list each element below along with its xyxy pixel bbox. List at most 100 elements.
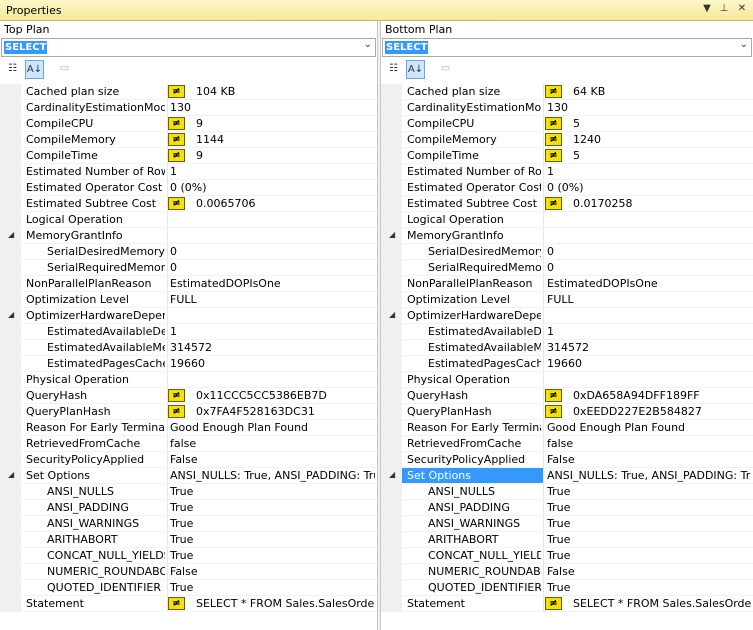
chevron-down-icon: ⌄ — [739, 39, 748, 50]
property-row[interactable]: EstimatedPagesCached 19660 — [0, 356, 377, 372]
property-row[interactable]: SecurityPolicyApplied False — [0, 452, 377, 468]
property-name: NonParallelPlanReason — [407, 277, 533, 290]
property-name: Cached plan size — [26, 85, 120, 98]
object-selector-combo[interactable]: SELECT ⌄ — [382, 38, 752, 57]
alphabetical-sort-icon[interactable]: A↓ — [25, 60, 44, 79]
property-row[interactable]: CardinalityEstimationModelVe 130 — [0, 100, 377, 116]
property-row[interactable]: Logical Operation — [381, 212, 753, 228]
property-row[interactable]: EstimatedAvailableDegre 1 — [0, 324, 377, 340]
chevron-down-icon: ⌄ — [363, 39, 372, 50]
property-row[interactable]: ANSI_WARNINGS True — [381, 516, 753, 532]
property-row[interactable]: Optimization Level FULL — [0, 292, 377, 308]
pin-icon[interactable]: ⊥ — [717, 3, 731, 14]
property-row[interactable]: NUMERIC_ROUNDABO False — [0, 564, 377, 580]
property-row[interactable]: ◢ OptimizerHardwareDependen — [0, 308, 377, 324]
property-row[interactable]: NonParallelPlanReason EstimatedDOPIsOne — [381, 276, 753, 292]
property-row[interactable]: CONCAT_NULL_YIELDS True — [0, 548, 377, 564]
property-row[interactable]: QUOTED_IDENTIFIER True — [0, 580, 377, 596]
property-row[interactable]: NonParallelPlanReason EstimatedDOPIsOne — [0, 276, 377, 292]
column-divider — [543, 356, 544, 372]
column-divider — [167, 452, 168, 468]
property-row[interactable]: ◢ MemoryGrantInfo — [0, 228, 377, 244]
property-row[interactable]: EstimatedAvailableDegre 1 — [381, 324, 753, 340]
property-row[interactable]: RetrievedFromCache false — [0, 436, 377, 452]
property-row[interactable]: CompileTime ≠ 9 — [0, 148, 377, 164]
property-row[interactable]: QueryPlanHash ≠ 0x7FA4F528163DC31 — [0, 404, 377, 420]
property-row[interactable]: Estimated Number of Rows 1 — [0, 164, 377, 180]
object-selector-combo[interactable]: SELECT ⌄ — [1, 38, 376, 57]
property-row[interactable]: CompileCPU ≠ 5 — [381, 116, 753, 132]
property-row[interactable]: RetrievedFromCache false — [381, 436, 753, 452]
property-row[interactable]: QueryHash ≠ 0x11CCC5CC5386EB7D — [0, 388, 377, 404]
window-dropdown-icon[interactable]: ▼ — [700, 3, 714, 14]
categorized-view-icon[interactable]: ☷ — [3, 60, 22, 79]
property-row[interactable]: EstimatedAvailableMemo 314572 — [381, 340, 753, 356]
property-row[interactable]: CompileMemory ≠ 1240 — [381, 132, 753, 148]
property-row[interactable]: ARITHABORT True — [0, 532, 377, 548]
property-value — [547, 372, 751, 388]
collapse-icon[interactable]: ◢ — [389, 470, 395, 479]
row-gutter — [381, 180, 402, 196]
property-row[interactable]: EstimatedAvailableMemo 314572 — [0, 340, 377, 356]
property-row[interactable]: Estimated Number of Rows 1 — [381, 164, 753, 180]
collapse-icon[interactable]: ◢ — [389, 230, 395, 239]
property-value: True — [170, 501, 194, 514]
property-row[interactable]: NUMERIC_ROUNDABO False — [381, 564, 753, 580]
property-row[interactable]: ◢ OptimizerHardwareDepender — [381, 308, 753, 324]
property-row[interactable]: ◢ MemoryGrantInfo — [381, 228, 753, 244]
property-row[interactable]: Physical Operation — [0, 372, 377, 388]
property-pages-icon[interactable]: ▭ — [55, 60, 74, 79]
property-value: 314572 — [547, 341, 589, 354]
property-row[interactable]: ANSI_PADDING True — [0, 500, 377, 516]
property-row[interactable]: Statement ≠ SELECT * FROM Sales.SalesOrder… — [0, 596, 377, 612]
column-divider — [543, 116, 544, 132]
property-row[interactable]: QUOTED_IDENTIFIER True — [381, 580, 753, 596]
property-row[interactable]: Estimated Subtree Cost ≠ 0.0065706 — [0, 196, 377, 212]
property-row[interactable]: ◢ Set Options ANSI_NULLS: True, ANSI_PADDI… — [0, 468, 377, 484]
property-row[interactable]: Estimated Operator Cost 0 (0%) — [0, 180, 377, 196]
property-row[interactable]: SerialDesiredMemory 0 — [0, 244, 377, 260]
property-row[interactable]: SerialRequiredMemory 0 — [381, 260, 753, 276]
property-row[interactable]: CardinalityEstimationModelVe 130 — [381, 100, 753, 116]
property-row[interactable]: CompileCPU ≠ 9 — [0, 116, 377, 132]
alphabetical-sort-icon[interactable]: A↓ — [406, 60, 425, 79]
property-value: True — [547, 517, 571, 530]
property-row[interactable]: Physical Operation — [381, 372, 753, 388]
property-row[interactable]: SerialDesiredMemory 0 — [381, 244, 753, 260]
property-row[interactable]: Cached plan size ≠ 104 KB — [0, 84, 377, 100]
property-row[interactable]: ARITHABORT True — [381, 532, 753, 548]
property-row[interactable]: QueryPlanHash ≠ 0xEEDD227E2B584827 — [381, 404, 753, 420]
property-row[interactable]: Reason For Early Termination Good Enough … — [0, 420, 377, 436]
property-row[interactable]: Statement ≠ SELECT * FROM Sales.SalesOrder… — [381, 596, 753, 612]
property-row[interactable]: Estimated Operator Cost 0 (0%) — [381, 180, 753, 196]
property-pages-icon[interactable]: ▭ — [436, 60, 455, 79]
property-row[interactable]: Optimization Level FULL — [381, 292, 753, 308]
property-row[interactable]: SerialRequiredMemory 0 — [0, 260, 377, 276]
property-row[interactable]: CompileTime ≠ 5 — [381, 148, 753, 164]
property-name: ANSI_PADDING — [47, 501, 129, 514]
collapse-icon[interactable]: ◢ — [389, 310, 395, 319]
column-divider — [167, 580, 168, 596]
property-row[interactable]: Reason For Early Terminatio Good Enough P… — [381, 420, 753, 436]
column-divider — [167, 244, 168, 260]
property-row[interactable]: EstimatedPagesCached 19660 — [381, 356, 753, 372]
property-row[interactable]: CONCAT_NULL_YIELD True — [381, 548, 753, 564]
property-value — [170, 212, 375, 228]
collapse-icon[interactable]: ◢ — [8, 310, 14, 319]
property-row[interactable]: ANSI_NULLS True — [0, 484, 377, 500]
property-row[interactable]: ANSI_PADDING True — [381, 500, 753, 516]
property-value: True — [547, 485, 571, 498]
property-row[interactable]: ◢ Set Options ANSI_NULLS: True, ANSI_PADDI… — [381, 468, 753, 484]
categorized-view-icon[interactable]: ☷ — [384, 60, 403, 79]
property-row[interactable]: QueryHash ≠ 0xDA658A94DFF189FF — [381, 388, 753, 404]
property-row[interactable]: Logical Operation — [0, 212, 377, 228]
property-row[interactable]: CompileMemory ≠ 1144 — [0, 132, 377, 148]
property-row[interactable]: ANSI_WARNINGS True — [0, 516, 377, 532]
close-icon[interactable]: ✕ — [735, 3, 749, 14]
property-row[interactable]: Estimated Subtree Cost ≠ 0.0170258 — [381, 196, 753, 212]
collapse-icon[interactable]: ◢ — [8, 230, 14, 239]
property-row[interactable]: ANSI_NULLS True — [381, 484, 753, 500]
collapse-icon[interactable]: ◢ — [8, 470, 14, 479]
property-row[interactable]: SecurityPolicyApplied False — [381, 452, 753, 468]
property-row[interactable]: Cached plan size ≠ 64 KB — [381, 84, 753, 100]
